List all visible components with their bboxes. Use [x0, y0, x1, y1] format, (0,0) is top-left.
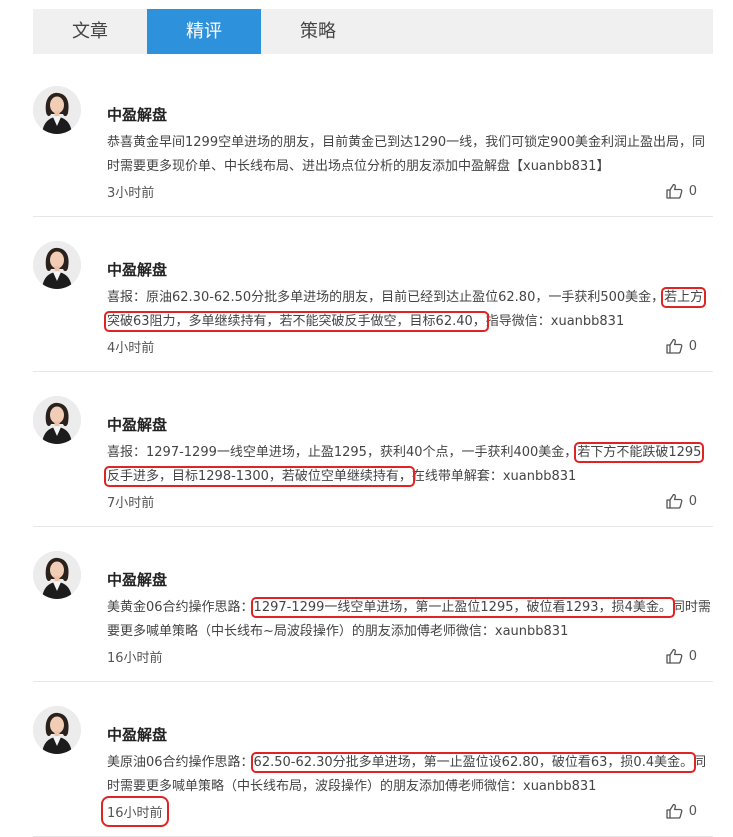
post-time: 4小时前	[107, 341, 155, 356]
comment-text: 喜报：原油62.30-62.50分批多单进场的朋友，目前已经到达止盈位62.80…	[103, 286, 713, 334]
like-count: 0	[688, 183, 697, 199]
comment-feed: 中盈解盘 恭喜黄金早间1299空单进场的朋友，目前黄金已到达1290一线，我们可…	[33, 62, 713, 837]
highlighted-text: 1297-1299一线空单进场，第一止盈位1295，破位看1293，损4美金。	[250, 597, 675, 618]
comment-item: 中盈解盘 恭喜黄金早间1299空单进场的朋友，目前黄金已到达1290一线，我们可…	[33, 62, 713, 217]
author-name[interactable]: 中盈解盘	[107, 104, 167, 125]
tab-bar: 文章 精评 策略	[33, 9, 713, 54]
text-segment: 美黄金06合约操作思路：	[107, 600, 254, 615]
like-button[interactable]: 0	[666, 338, 697, 354]
comment-text: 恭喜黄金早间1299空单进场的朋友，目前黄金已到达1290一线，我们可锁定900…	[107, 131, 713, 179]
text-segment: 喜报：1297-1299一线空单进场，止盈1295，获利40个点，一手获利400…	[107, 445, 578, 460]
comment-item: 中盈解盘 美黄金06合约操作思路：1297-1299一线空单进场，第一止盈位12…	[33, 527, 713, 682]
author-name[interactable]: 中盈解盘	[107, 724, 167, 745]
avatar[interactable]	[33, 551, 81, 599]
like-button[interactable]: 0	[666, 493, 697, 509]
like-count: 0	[688, 648, 697, 664]
avatar[interactable]	[33, 706, 81, 754]
thumbs-up-icon	[666, 338, 683, 354]
comment-text: 喜报：1297-1299一线空单进场，止盈1295，获利40个点，一手获利400…	[103, 441, 713, 489]
post-time: 16小时前	[101, 796, 169, 827]
comment-text: 美黄金06合约操作思路：1297-1299一线空单进场，第一止盈位1295，破位…	[107, 596, 713, 644]
comment-item: 中盈解盘 喜报：1297-1299一线空单进场，止盈1295，获利40个点，一手…	[33, 372, 713, 527]
text-segment: 美原油06合约操作思路：	[107, 755, 254, 770]
thumbs-up-icon	[666, 648, 683, 664]
avatar[interactable]	[33, 241, 81, 289]
highlighted-text: 62.50-62.30分批多单进场，第一止盈位设62.80，破位看63，损0.4…	[250, 752, 697, 773]
like-count: 0	[688, 338, 697, 354]
tab-articles[interactable]: 文章	[33, 9, 147, 54]
avatar[interactable]	[33, 86, 81, 134]
text-segment: 指导微信：xuanbb831	[485, 314, 625, 329]
comment-text: 美原油06合约操作思路：62.50-62.30分批多单进场，第一止盈位设62.8…	[107, 751, 713, 799]
post-time: 16小时前	[107, 651, 163, 666]
tab-strategy[interactable]: 策略	[261, 9, 375, 54]
comment-item: 中盈解盘 美原油06合约操作思路：62.50-62.30分批多单进场，第一止盈位…	[33, 682, 713, 837]
thumbs-up-icon	[666, 493, 683, 509]
author-name[interactable]: 中盈解盘	[107, 414, 167, 435]
thumbs-up-icon	[666, 803, 683, 819]
tab-reviews[interactable]: 精评	[147, 9, 261, 54]
like-count: 0	[688, 493, 697, 509]
post-time: 7小时前	[107, 496, 155, 511]
comment-item: 中盈解盘 喜报：原油62.30-62.50分批多单进场的朋友，目前已经到达止盈位…	[33, 217, 713, 372]
like-button[interactable]: 0	[666, 803, 697, 819]
like-count: 0	[688, 803, 697, 819]
like-button[interactable]: 0	[666, 183, 697, 199]
author-name[interactable]: 中盈解盘	[107, 259, 167, 280]
text-segment: 恭喜黄金早间1299空单进场的朋友，目前黄金已到达1290一线，我们可锁定900…	[107, 135, 705, 174]
text-segment: 在线带单解套：xuanbb831	[411, 469, 577, 484]
author-name[interactable]: 中盈解盘	[107, 569, 167, 590]
avatar[interactable]	[33, 396, 81, 444]
post-time: 3小时前	[107, 186, 155, 201]
thumbs-up-icon	[666, 183, 683, 199]
text-segment: 喜报：原油62.30-62.50分批多单进场的朋友，目前已经到达止盈位62.80…	[107, 290, 665, 305]
like-button[interactable]: 0	[666, 648, 697, 664]
